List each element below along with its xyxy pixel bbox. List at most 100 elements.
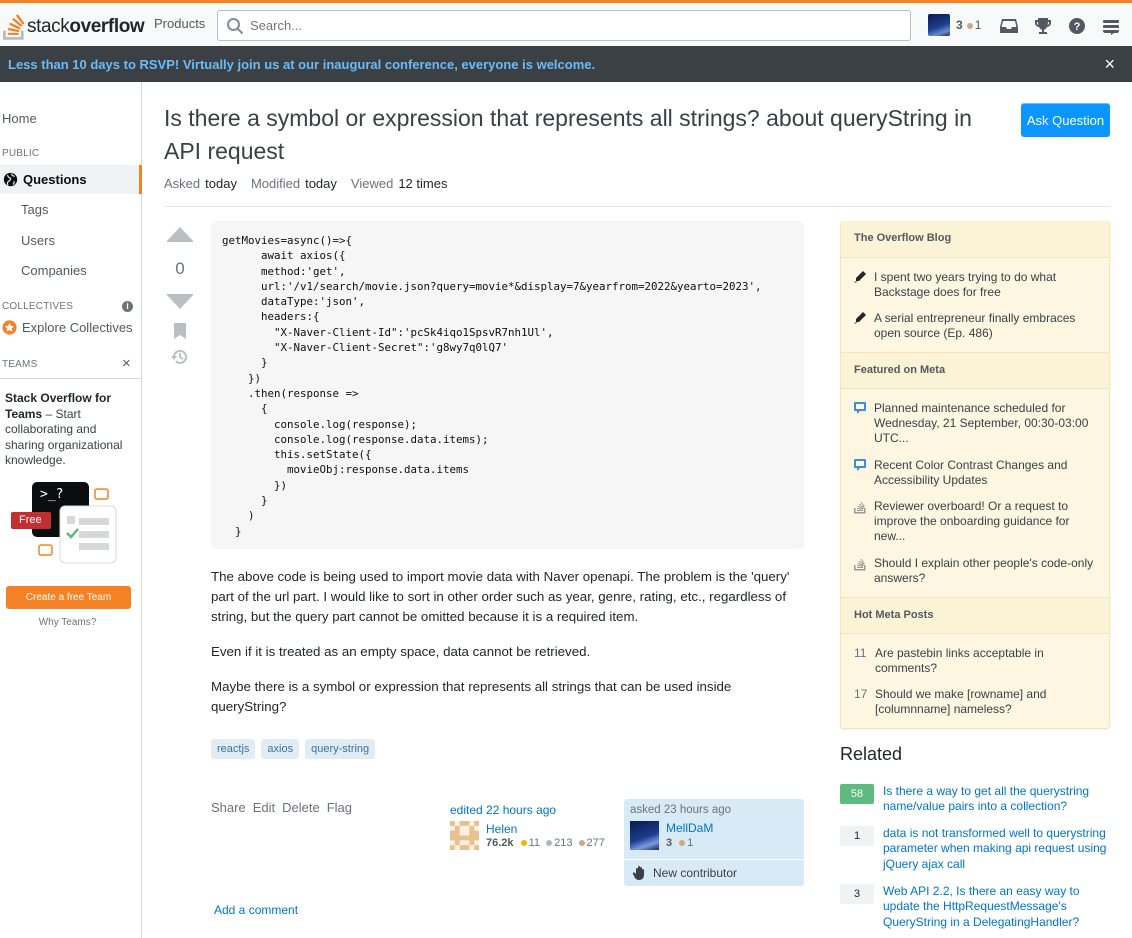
meta-item[interactable]: Recent Color Contrast Changes and Access… (854, 458, 1104, 488)
inbox-icon[interactable] (998, 15, 1019, 36)
asked-time: asked 23 hours ago (630, 804, 732, 816)
tag-reactjs[interactable]: reactjs (211, 739, 256, 759)
banner-link[interactable]: Less than 10 days to RSVP! Virtually joi… (8, 57, 595, 72)
editor-avatar[interactable] (450, 821, 479, 850)
delete-link[interactable]: Delete (282, 800, 320, 815)
why-teams-link[interactable]: Why Teams? (0, 617, 135, 628)
code-line: this.setState({ (222, 448, 372, 462)
teams-description: Stack Overflow for Teams – Start collabo… (5, 391, 123, 467)
related-item[interactable]: 58 Is there a way to get all the queryst… (840, 784, 1112, 815)
flag-link[interactable]: Flag (327, 800, 352, 815)
blog-item[interactable]: A serial entrepreneur finally embraces o… (854, 311, 1104, 341)
hot-meta-heading: Hot Meta Posts (841, 597, 1109, 634)
editor-card: edited 22 hours ago Helen 76.2k 11 213 2… (450, 803, 620, 850)
code-line: "X-Naver-Client-Secret":'g8wy7q0lQ7' (222, 341, 509, 355)
history-icon[interactable] (171, 348, 189, 366)
stackoverflow-logo-icon (3, 14, 25, 40)
asker-avatar[interactable] (630, 821, 659, 850)
hot-meta-item[interactable]: 11 Are pastebin links acceptable in comm… (854, 646, 1104, 676)
svg-text:?: ? (1073, 21, 1080, 33)
new-contributor[interactable]: New contributor (632, 865, 737, 881)
meta-item[interactable]: Should I explain other people's code-onl… (854, 556, 1104, 586)
add-comment-link[interactable]: Add a comment (214, 903, 298, 917)
code-line: } (222, 494, 268, 508)
blog-item[interactable]: I spent two years trying to do what Back… (854, 270, 1104, 300)
code-line: ) (222, 509, 255, 523)
upvote-icon[interactable] (164, 224, 196, 244)
answer-count: 58 (840, 784, 874, 804)
overflow-blog-widget: The Overflow Blog I spent two years tryi… (840, 221, 1110, 729)
related-heading: Related (840, 744, 903, 764)
sidebar-item-tags[interactable]: Tags (21, 202, 48, 217)
code-line: url:'/v1/search/movie.json?query=movie*&… (222, 279, 762, 293)
create-team-button[interactable]: Create a free Team (6, 586, 131, 609)
logo-text: stackoverflow (27, 16, 145, 37)
user-avatar[interactable] (928, 14, 950, 36)
answer-count: 1 (840, 826, 874, 846)
edited-link[interactable]: edited 22 hours ago (450, 803, 556, 817)
search-input[interactable] (250, 18, 890, 33)
vote-cell: 0 (164, 224, 196, 364)
close-icon[interactable]: × (122, 355, 131, 372)
globe-icon (3, 172, 18, 187)
code-line: }) (222, 371, 262, 385)
bronze-badge-icon (966, 22, 973, 29)
sidebar-item-companies[interactable]: Companies (21, 263, 87, 278)
asker-card: asked 23 hours ago MellDaM 3 1 New contr… (624, 799, 804, 886)
announcement-banner: Less than 10 days to RSVP! Virtually joi… (0, 46, 1132, 82)
code-line: .then(response => (222, 386, 359, 400)
asker-name[interactable]: MellDaM (666, 821, 713, 835)
downvote-icon[interactable] (164, 292, 196, 312)
sidebar-item-explore-collectives[interactable]: Explore Collectives (2, 320, 133, 335)
page-title[interactable]: Is there a symbol or expression that rep… (164, 102, 1014, 168)
ask-question-button[interactable]: Ask Question (1021, 103, 1110, 137)
code-line: dataType:'json', (222, 295, 366, 309)
sidebar-item-users[interactable]: Users (21, 233, 55, 248)
code-lines: getMovies=async()=>{ await axios({ metho… (222, 233, 793, 539)
hot-meta-item[interactable]: 17 Should we make [rowname] and [columnn… (854, 687, 1104, 717)
sidebar-item-home[interactable]: Home (2, 111, 37, 126)
sidebar-item-label: Questions (23, 172, 87, 187)
edit-link[interactable]: Edit (253, 800, 275, 815)
code-line: console.log(response); (222, 417, 418, 431)
code-line: "X-Naver-Client-Id":'pcSk4iqo1SpsvR7nh1U… (222, 325, 554, 339)
meta-chat-icon (854, 401, 874, 447)
divider (164, 206, 1110, 207)
bookmark-icon[interactable] (173, 323, 187, 339)
user-bronze-badges: 1 (966, 18, 981, 32)
related-item[interactable]: 3 Web API 2.2, Is there an easy way to u… (840, 884, 1112, 930)
meta-item[interactable]: Reviewer overboard! Or a request to impr… (854, 499, 1104, 545)
meta-item[interactable]: Planned maintenance scheduled for Wednes… (854, 401, 1104, 447)
site-switcher-icon[interactable] (1100, 15, 1121, 36)
tag-axios[interactable]: axios (261, 739, 300, 759)
user-profile[interactable]: 3 1 (928, 14, 981, 36)
tag-query-string[interactable]: query-string (305, 739, 376, 759)
teams-prompt-text: >_? (40, 487, 64, 502)
pencil-icon (854, 270, 874, 300)
info-icon[interactable]: i (122, 301, 133, 312)
sidebar-item-questions[interactable]: Questions (0, 165, 142, 194)
question-paragraph: Even if it is treated as an empty space,… (211, 644, 591, 659)
code-line: method:'get', (222, 264, 346, 278)
achievements-icon[interactable] (1032, 15, 1053, 36)
code-line: console.log(response.data.items); (222, 432, 489, 446)
teams-illustration: >_? Free (8, 482, 128, 572)
share-link[interactable]: Share (211, 800, 246, 815)
code-line: } (222, 356, 268, 370)
editor-name[interactable]: Helen (486, 822, 517, 836)
pencil-icon (854, 311, 874, 341)
products-menu[interactable]: Products (145, 12, 214, 35)
help-icon[interactable]: ? (1066, 15, 1087, 36)
code-line: await axios({ (222, 249, 346, 263)
post-menu: Share Edit Delete Flag (211, 800, 352, 815)
search-box[interactable] (217, 10, 911, 41)
sidebar-label-collectives: COLLECTIVES (2, 301, 74, 312)
related-item[interactable]: 1 data is not transformed well to querys… (840, 826, 1112, 872)
answer-count: 3 (840, 884, 874, 904)
close-icon[interactable]: × (1104, 55, 1115, 73)
stackoverflow-logo[interactable]: stackoverflow (3, 12, 145, 42)
code-line: }) (222, 478, 288, 492)
asker-reputation: 3 1 (666, 837, 694, 849)
topbar: stackoverflow Products 3 1 ? (0, 0, 1132, 46)
question-meta: Asked today Modified today Viewed 12 times (164, 176, 448, 191)
